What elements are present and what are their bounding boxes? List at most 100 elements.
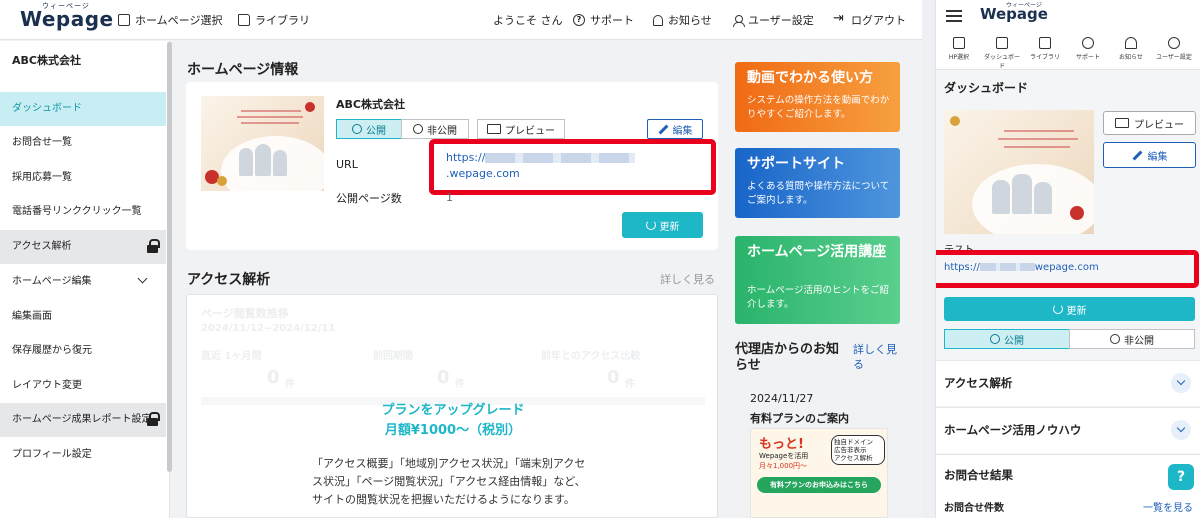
- news-badge: アクセス解析: [834, 454, 873, 462]
- private-label: 非公開: [427, 125, 457, 137]
- nav-site-select-label: ホームページ選択: [135, 14, 223, 27]
- desktop-dashboard: ウィーページ Wepage ホームページ選択 ライブラリ ようこそ さん ? サ…: [0, 0, 922, 518]
- mobile-nav-label: ライブラリ: [1029, 54, 1060, 61]
- faded-unit-3: 件: [625, 379, 635, 390]
- sidebar-item-applications[interactable]: 採用応募一覧: [0, 161, 166, 195]
- logo[interactable]: ウィーページ Wepage: [20, 2, 114, 31]
- nav-notice[interactable]: お知らせ: [653, 12, 712, 28]
- chevron-down-icon[interactable]: [1171, 373, 1191, 393]
- mobile-private-label: 非公開: [1124, 335, 1154, 347]
- pencil-icon: [1132, 150, 1142, 160]
- mobile-edit-button[interactable]: 編集: [1103, 142, 1196, 168]
- banner-desc: よくある質問や操作方法についてご案内します。: [747, 181, 890, 206]
- mobile-private-toggle[interactable]: 非公開: [1069, 329, 1195, 349]
- public-toggle[interactable]: 公開: [336, 119, 402, 139]
- news-more-link[interactable]: 詳しく見る: [853, 342, 901, 372]
- url-label: URL: [336, 158, 358, 171]
- news-title: 代理店からのお知らせ: [735, 342, 840, 373]
- update-button[interactable]: 更新: [622, 212, 703, 238]
- faded-col1: 直近 1ヶ月間: [201, 351, 262, 362]
- lock-icon: [147, 239, 160, 253]
- sidebar-item-report-settings[interactable]: ホームページ成果レポート設定: [0, 403, 166, 437]
- mobile-update-button[interactable]: 更新: [944, 297, 1195, 321]
- mobile-public-toggle[interactable]: 公開: [944, 329, 1070, 349]
- sidebar-item-label: ホームページ編集: [12, 276, 92, 287]
- mobile-nav-label: お知らせ: [1119, 54, 1143, 61]
- nav-logout[interactable]: ログアウト: [833, 11, 906, 28]
- nav-library[interactable]: ライブラリ: [238, 12, 310, 28]
- nav-logout-label: ログアウト: [851, 14, 906, 27]
- logo-kana: ウィーページ: [42, 2, 90, 10]
- news-headline[interactable]: 有料プランのご案内: [750, 410, 849, 426]
- mobile-nav-hp-select[interactable]: HP選択: [939, 34, 979, 61]
- mobile-nav-dashboard[interactable]: ダッシュボード: [982, 34, 1022, 70]
- sidebar-item-restore[interactable]: 保存履歴から復元: [0, 334, 166, 368]
- sidebar-item-label: ホームページ成果レポート設定: [12, 414, 152, 425]
- mobile-nav-library[interactable]: ライブラリ: [1025, 34, 1065, 61]
- help-chat-icon[interactable]: ?: [1168, 464, 1194, 490]
- sidebar-item-phone-clicks[interactable]: 電話番号リンククリック一覧: [0, 195, 166, 229]
- mobile-inquiry-more-link[interactable]: 一覧を見る: [1143, 499, 1193, 514]
- banner-hp-course[interactable]: ホームページ活用講座 ホームページ活用のヒントをご紹介します。: [735, 236, 900, 324]
- nav-user-settings[interactable]: ユーザー設定: [733, 12, 814, 28]
- chevron-down-icon[interactable]: [1171, 420, 1191, 440]
- sidebar-item-label: 電話番号リンククリック一覧: [12, 206, 142, 217]
- nav-site-select[interactable]: ホームページ選択: [118, 12, 222, 28]
- mobile-logo[interactable]: ウィーページ Wepage: [980, 2, 1048, 23]
- faded-col3: 前年とのアクセス比較: [541, 351, 641, 362]
- edit-button[interactable]: 編集: [647, 119, 703, 139]
- sidebar-item-inquiries[interactable]: お問合せ一覧: [0, 126, 166, 160]
- site-thumbnail[interactable]: [201, 96, 324, 191]
- sidebar-item-access-analysis[interactable]: アクセス解析: [0, 230, 166, 264]
- mobile-nav-label: サポート: [1075, 54, 1100, 61]
- image-icon: [1039, 37, 1051, 49]
- sidebar-item-hp-edit[interactable]: ホームページ編集: [0, 265, 166, 299]
- mobile-dashboard: ウィーページ Wepage HP選択 ダッシュボード ライブラリ サポート お知…: [935, 0, 1200, 518]
- news-badge: 独自ドメイン: [834, 438, 873, 446]
- browser-icon: [953, 37, 965, 49]
- private-toggle[interactable]: 非公開: [401, 119, 469, 139]
- mobile-site-thumbnail[interactable]: [944, 110, 1094, 234]
- faded-unit-1: 件: [285, 379, 295, 390]
- nav-support[interactable]: ? サポート: [573, 12, 634, 28]
- chevron-down-icon: [137, 273, 148, 284]
- news-image[interactable]: もっと! Wepageを活用 月々1,000円～ 独自ドメイン 広告非表示 アク…: [750, 428, 888, 518]
- lock-icon: [147, 412, 160, 426]
- mobile-section-inquiry: お問合せ結果 お問合せ件数 一覧を見る: [936, 454, 1200, 518]
- news-img-sub: Wepageを活用: [759, 452, 809, 460]
- sidebar-item-editor[interactable]: 編集画面: [0, 300, 166, 334]
- globe-icon: [990, 334, 1000, 344]
- sidebar-item-label: レイアウト変更: [12, 380, 82, 391]
- mobile-section-access[interactable]: アクセス解析: [936, 360, 1200, 406]
- mobile-url-highlight-box: [936, 250, 1199, 288]
- preview-label: プレビュー: [505, 125, 555, 137]
- mobile-section-knowhow[interactable]: ホームページ活用ノウハウ: [936, 407, 1200, 453]
- mobile-dashboard-title: ダッシュボード: [944, 81, 1029, 95]
- banner-title: 動画でわかる使い方: [747, 70, 873, 86]
- mobile-nav-support[interactable]: サポート: [1068, 34, 1108, 61]
- news-img-big: もっと!: [759, 437, 804, 452]
- preview-button[interactable]: プレビュー: [477, 119, 565, 139]
- faded-value-1: 0: [267, 367, 280, 388]
- mobile-section-label: ホームページ活用ノウハウ: [944, 423, 1082, 437]
- logout-icon: [833, 11, 846, 26]
- dashboard-icon: [996, 37, 1008, 49]
- sidebar-item-layout[interactable]: レイアウト変更: [0, 369, 166, 403]
- mobile-header: ウィーページ Wepage: [936, 0, 1200, 30]
- edit-label: 編集: [672, 125, 693, 137]
- upgrade-line2[interactable]: 月額¥1000～（税別）: [187, 419, 717, 438]
- mobile-nav-user-settings[interactable]: ユーザー設定: [1154, 34, 1194, 61]
- mobile-nav-notice[interactable]: お知らせ: [1111, 34, 1151, 61]
- sidebar-item-dashboard[interactable]: ダッシュボード: [0, 92, 166, 126]
- upgrade-line1[interactable]: プランをアップグレード: [187, 399, 717, 418]
- news-img-badges: 独自ドメイン 広告非表示 アクセス解析: [831, 435, 885, 465]
- banner-video-guide[interactable]: 動画でわかる使い方 システムの操作方法を動画でわかりやすくご紹介します。: [735, 62, 900, 132]
- sidebar-item-profile[interactable]: プロフィール設定: [0, 438, 166, 472]
- access-more-link[interactable]: 詳しく見る: [660, 271, 715, 287]
- mobile-preview-button[interactable]: プレビュー: [1103, 111, 1196, 135]
- globe-icon: [352, 124, 362, 134]
- mobile-section-label: アクセス解析: [944, 376, 1013, 390]
- banner-support-site[interactable]: サポートサイト よくある質問や操作方法についてご案内します。: [735, 148, 900, 218]
- sidebar-scrollbar[interactable]: [167, 42, 172, 472]
- menu-icon[interactable]: [946, 10, 962, 22]
